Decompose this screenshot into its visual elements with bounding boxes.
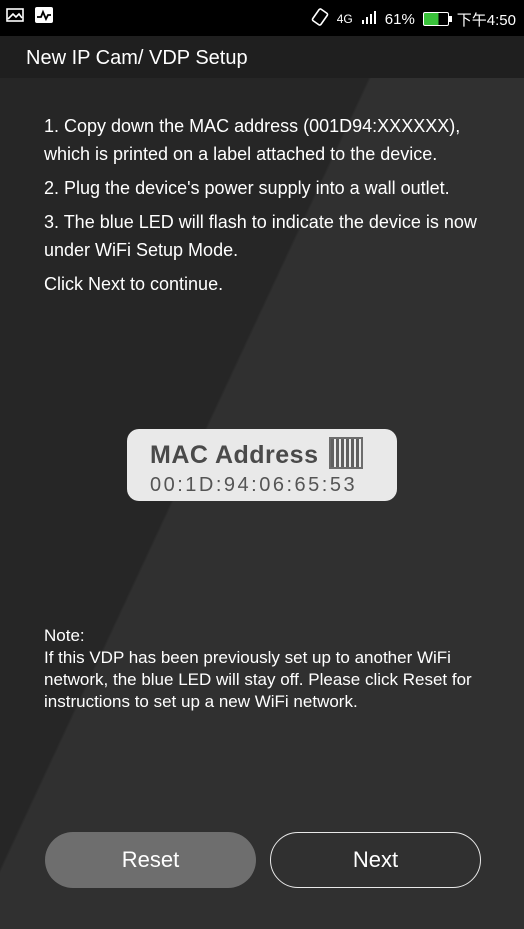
battery-percent: 61% <box>384 10 415 28</box>
mac-title-row: MAC Address <box>150 436 397 470</box>
mac-address-label: MAC Address 00:1D:94:06:65:53 <box>127 429 397 501</box>
next-button[interactable]: Next <box>270 832 481 888</box>
image-icon <box>6 7 24 27</box>
signal-icon <box>361 10 377 28</box>
battery-icon <box>422 12 452 26</box>
mac-value: 00:1D:94:06:65:53 <box>150 474 358 496</box>
continue-hint: Click Next to continue. <box>44 274 224 294</box>
status-bar-left <box>6 6 54 28</box>
rotate-icon <box>311 8 329 30</box>
page-title: New IP Cam/ VDP Setup <box>0 36 524 78</box>
qr-code-icon <box>328 436 363 469</box>
step-2: 2. Plug the device's power supply into a… <box>44 178 450 198</box>
instructions: 1. Copy down the MAC address (001D94:XXX… <box>44 112 484 304</box>
reset-button[interactable]: Reset <box>45 832 256 888</box>
step-1: 1. Copy down the MAC address (001D94:XXX… <box>44 116 461 164</box>
clock: 下午4:50 <box>456 11 516 29</box>
activity-icon <box>34 6 54 28</box>
note: Note: If this VDP has been previously se… <box>44 625 484 713</box>
status-bar: 4G 61% 下午4:50 <box>0 0 524 36</box>
mac-label: MAC Address <box>150 441 319 469</box>
note-heading: Note: <box>44 626 85 645</box>
network-type: 4G <box>336 12 353 26</box>
note-body: If this VDP has been previously set up t… <box>44 648 472 711</box>
setup-screen: 4G 61% 下午4:50 New IP Cam/ VDP Setup 1. C… <box>0 0 524 929</box>
status-bar-right: 4G 61% 下午4:50 <box>311 8 516 30</box>
step-3: 3. The blue LED will flash to indicate t… <box>44 212 477 260</box>
content-area: 1. Copy down the MAC address (001D94:XXX… <box>0 78 524 929</box>
